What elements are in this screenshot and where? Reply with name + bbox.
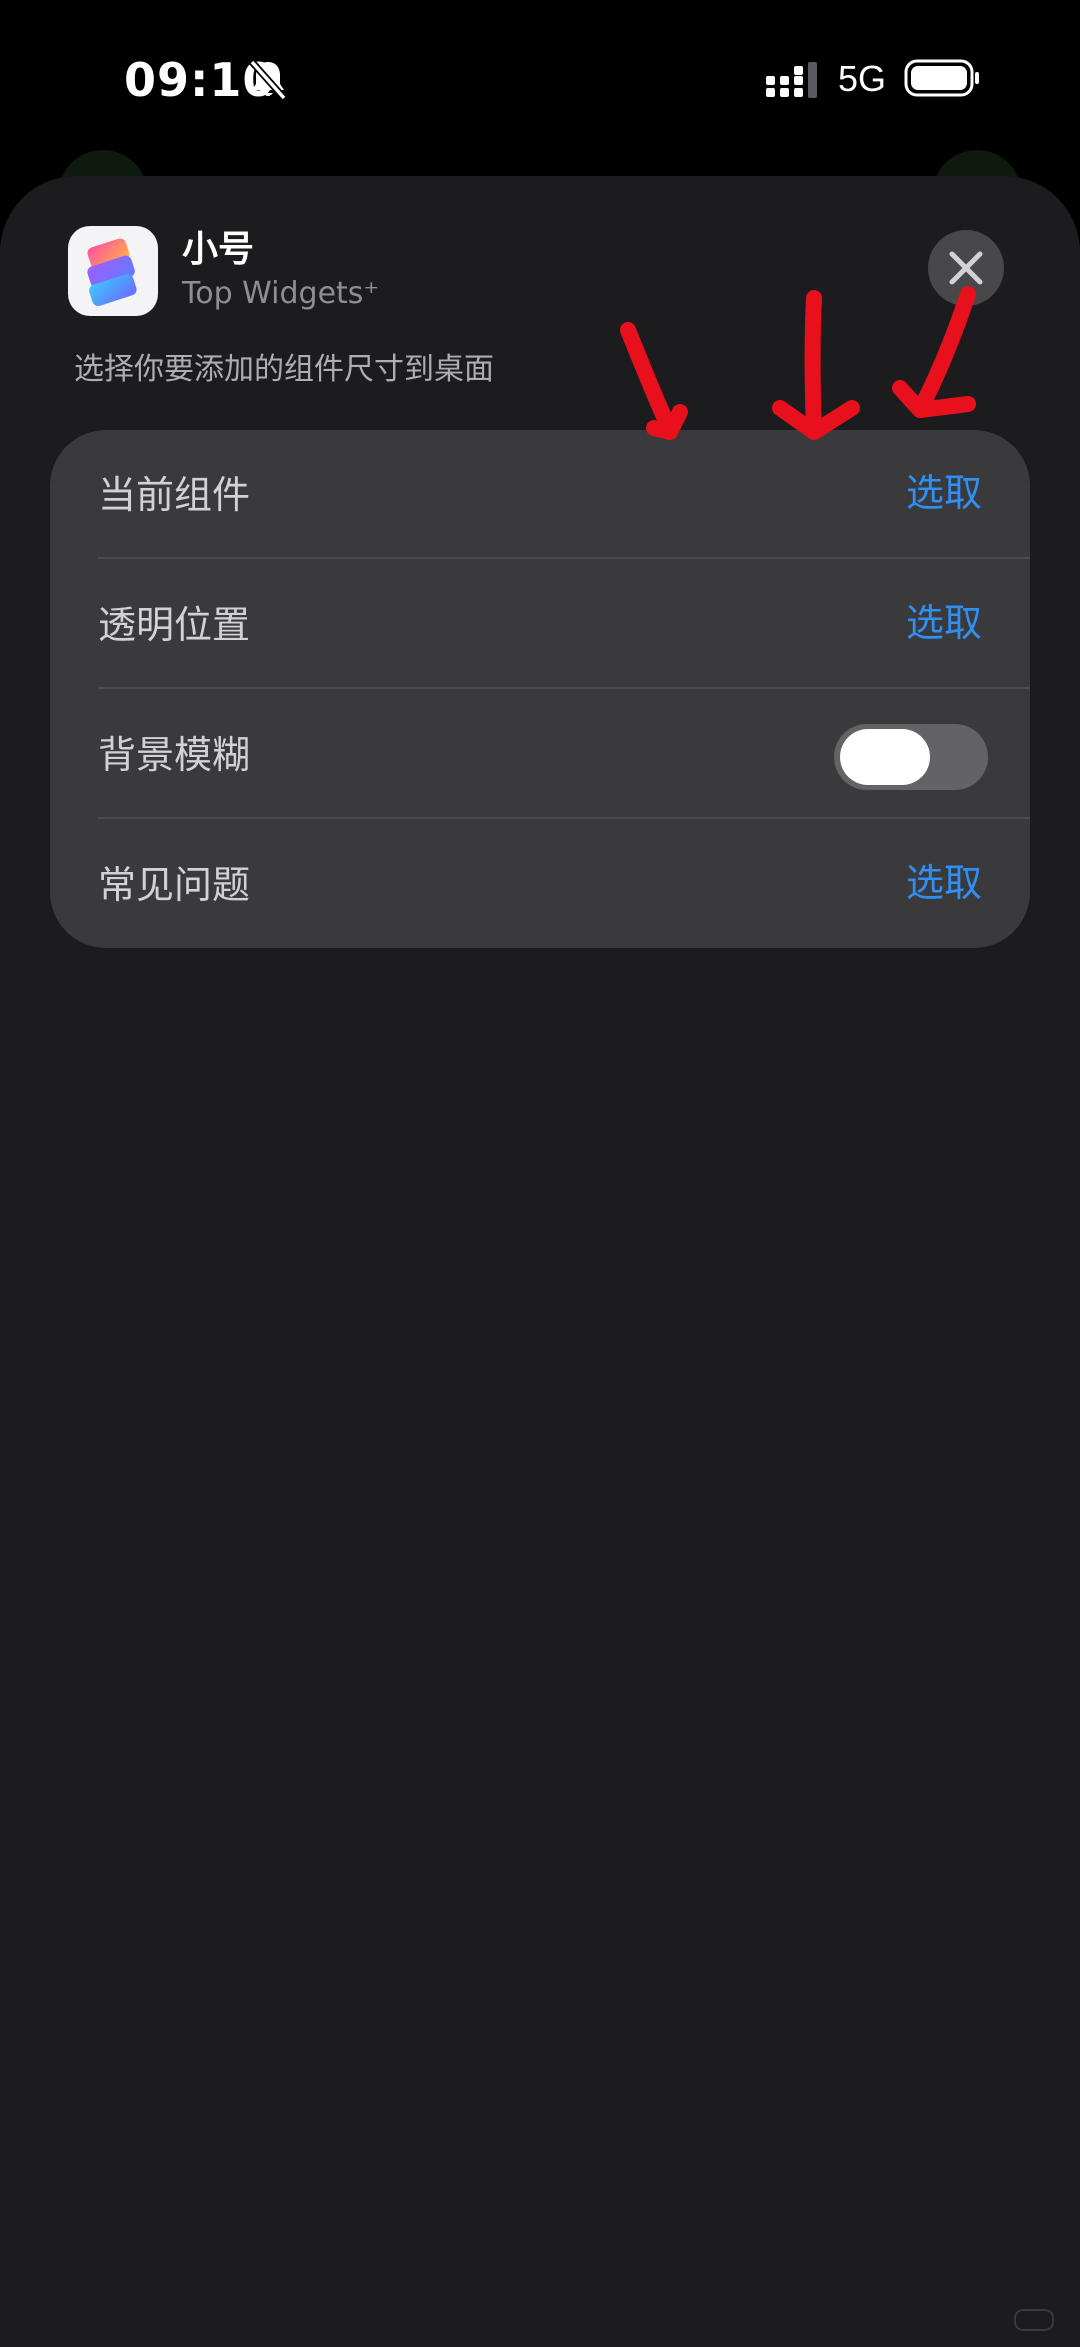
watermark <box>1014 2309 1054 2331</box>
row-transparent-position: 透明位置 选取 <box>50 560 1030 690</box>
divider <box>98 687 1030 689</box>
instruction-text: 选择你要添加的组件尺寸到桌面 <box>74 352 494 387</box>
row-faq: 常见问题 选取 <box>50 820 1030 948</box>
settings-card: 当前组件 选取 透明位置 选取 背景模糊 常见问题 选取 <box>50 430 1030 948</box>
signal-icon <box>766 62 817 98</box>
widgets-app-icon <box>87 238 137 306</box>
close-icon <box>949 251 983 285</box>
row-label: 当前组件 <box>98 473 251 517</box>
app-name: Top Widgets⁺ <box>182 276 380 311</box>
status-bar: 09:10 5G <box>0 0 1080 160</box>
sheet-title: 小号 <box>182 229 255 270</box>
select-current-widget-button[interactable]: 选取 <box>906 468 982 518</box>
row-label: 背景模糊 <box>98 733 251 777</box>
background-blur-toggle[interactable] <box>834 724 988 790</box>
close-button[interactable] <box>928 230 1004 306</box>
row-current-widget: 当前组件 选取 <box>50 430 1030 560</box>
toggle-knob <box>840 729 930 785</box>
app-icon <box>68 226 158 316</box>
row-label: 常见问题 <box>98 863 251 907</box>
battery-icon <box>904 59 979 97</box>
row-background-blur: 背景模糊 <box>50 690 1030 820</box>
row-label: 透明位置 <box>98 603 251 647</box>
divider <box>98 817 1030 819</box>
select-faq-button[interactable]: 选取 <box>906 858 982 908</box>
divider <box>98 557 1030 559</box>
select-transparent-position-button[interactable]: 选取 <box>906 598 982 648</box>
bell-slash-icon <box>249 59 287 101</box>
network-label: 5G <box>838 58 887 99</box>
